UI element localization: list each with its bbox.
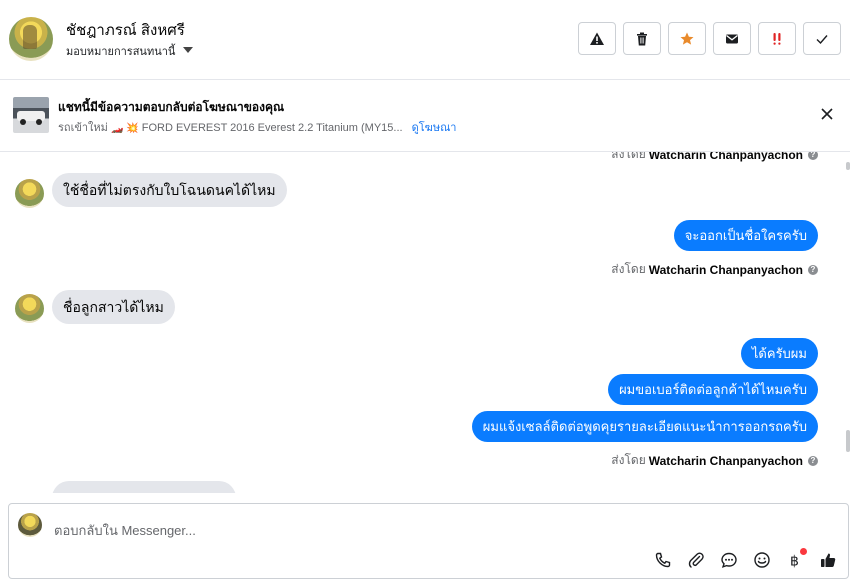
message-thread[interactable]: ส่งโดย Watcharin Chanpanyachon ? ใช้ชื่อ…: [0, 152, 850, 493]
assign-label: มอบหมายการสนทนานี้: [66, 46, 176, 58]
assign-conversation-dropdown[interactable]: มอบหมายการสนทนานี้: [66, 42, 194, 60]
sent-by-line: ส่งโดย Watcharin Chanpanyachon ?: [611, 260, 818, 279]
car-explosion-emoji: 🏎️ 💥: [110, 123, 139, 134]
contact-avatar[interactable]: [9, 17, 53, 61]
ad-thumbnail[interactable]: [13, 97, 49, 133]
info-icon[interactable]: ?: [808, 152, 818, 160]
star-icon: [680, 32, 694, 45]
emoji-button[interactable]: [751, 549, 772, 570]
view-ad-link[interactable]: ดูโฆษณา: [412, 122, 457, 134]
send-like-button[interactable]: [817, 549, 838, 570]
info-icon[interactable]: ?: [808, 455, 818, 466]
agent-avatar: [18, 513, 42, 537]
exclamation-icon: [773, 32, 781, 45]
notification-dot: [800, 548, 807, 555]
saved-reply-icon: [720, 552, 737, 568]
incoming-message-partial[interactable]: [52, 481, 236, 493]
check-icon: [816, 34, 828, 44]
trash-icon: [637, 32, 647, 45]
reply-composer[interactable]: ตอบกลับใน Messenger... ฿: [8, 503, 849, 579]
contact-name[interactable]: ชัชฎาภรณ์ สิงหศรี: [66, 18, 185, 42]
header-actions: [578, 22, 841, 55]
caret-down-icon: [183, 47, 194, 53]
attach-file-button[interactable]: [685, 549, 706, 570]
sent-by-line: ส่งโดย Watcharin Chanpanyachon ?: [611, 152, 818, 164]
emoji-icon: [753, 551, 770, 568]
scrollbar[interactable]: [845, 162, 850, 492]
agent-name: Watcharin Chanpanyachon: [648, 152, 803, 162]
payment-button[interactable]: ฿: [784, 548, 807, 570]
sent-by-line: ส่งโดย Watcharin Chanpanyachon ?: [611, 451, 818, 470]
ad-banner-title: แชทนี้มีข้อความตอบกลับต่อโฆษณาของคุณ: [58, 100, 285, 114]
phone-button[interactable]: [652, 549, 673, 570]
outgoing-message[interactable]: ผมแจ้งเซลล์ติดต่อพูดคุยรายละเอียดแนะนำกา…: [471, 411, 818, 442]
paperclip-icon: [688, 551, 704, 568]
mark-done-button[interactable]: [803, 22, 841, 55]
saved-replies-button[interactable]: [718, 549, 739, 570]
incoming-message[interactable]: ใช้ชื่อที่ไม่ตรงกับใบโฉนดนคได้ไหม: [52, 173, 287, 207]
reply-input[interactable]: ตอบกลับใน Messenger...: [54, 520, 196, 541]
ad-subtitle-prefix: รถเข้าใหม่: [58, 122, 108, 134]
contact-avatar-small[interactable]: [15, 179, 44, 208]
delete-button[interactable]: [623, 22, 661, 55]
ad-banner-subtitle: รถเข้าใหม่ 🏎️ 💥 FORD EVEREST 2016 Everes…: [58, 118, 456, 136]
ad-reply-banner: แชทนี้มีข้อความตอบกลับต่อโฆษณาของคุณ รถเ…: [0, 80, 850, 152]
contact-avatar-small[interactable]: [15, 294, 44, 323]
star-button[interactable]: [668, 22, 706, 55]
phone-icon: [655, 552, 670, 567]
ad-subtitle-text: FORD EVEREST 2016 Everest 2.2 Titanium (…: [141, 122, 403, 134]
warning-icon: [590, 32, 604, 45]
agent-name: Watcharin Chanpanyachon: [648, 262, 803, 277]
outgoing-message[interactable]: จะออกเป็นชื่อใครครับ: [673, 220, 818, 251]
agent-name: Watcharin Chanpanyachon: [648, 453, 803, 468]
mark-unread-button[interactable]: [713, 22, 751, 55]
incoming-message[interactable]: ชื่อลูกสาวได้ไหม: [52, 290, 175, 324]
thumbs-up-icon: [820, 553, 835, 567]
outgoing-message[interactable]: ได้ครับผม: [740, 338, 818, 369]
envelope-icon: [726, 34, 738, 43]
follow-up-button[interactable]: [758, 22, 796, 55]
info-icon[interactable]: ?: [808, 264, 818, 275]
outgoing-message[interactable]: ผมขอเบอร์ติดต่อลูกค้าได้ไหมครับ: [608, 374, 818, 405]
close-icon[interactable]: [819, 106, 835, 122]
composer-toolbar: ฿: [652, 548, 838, 570]
report-spam-button[interactable]: [578, 22, 616, 55]
conversation-header: ชัชฎาภรณ์ สิงหศรี มอบหมายการสนทนานี้: [0, 0, 850, 80]
svg-text:฿: ฿: [790, 553, 799, 569]
inbox-conversation-panel: ชัชฎาภรณ์ สิงหศรี มอบหมายการสนทนานี้ แชท…: [0, 0, 850, 583]
